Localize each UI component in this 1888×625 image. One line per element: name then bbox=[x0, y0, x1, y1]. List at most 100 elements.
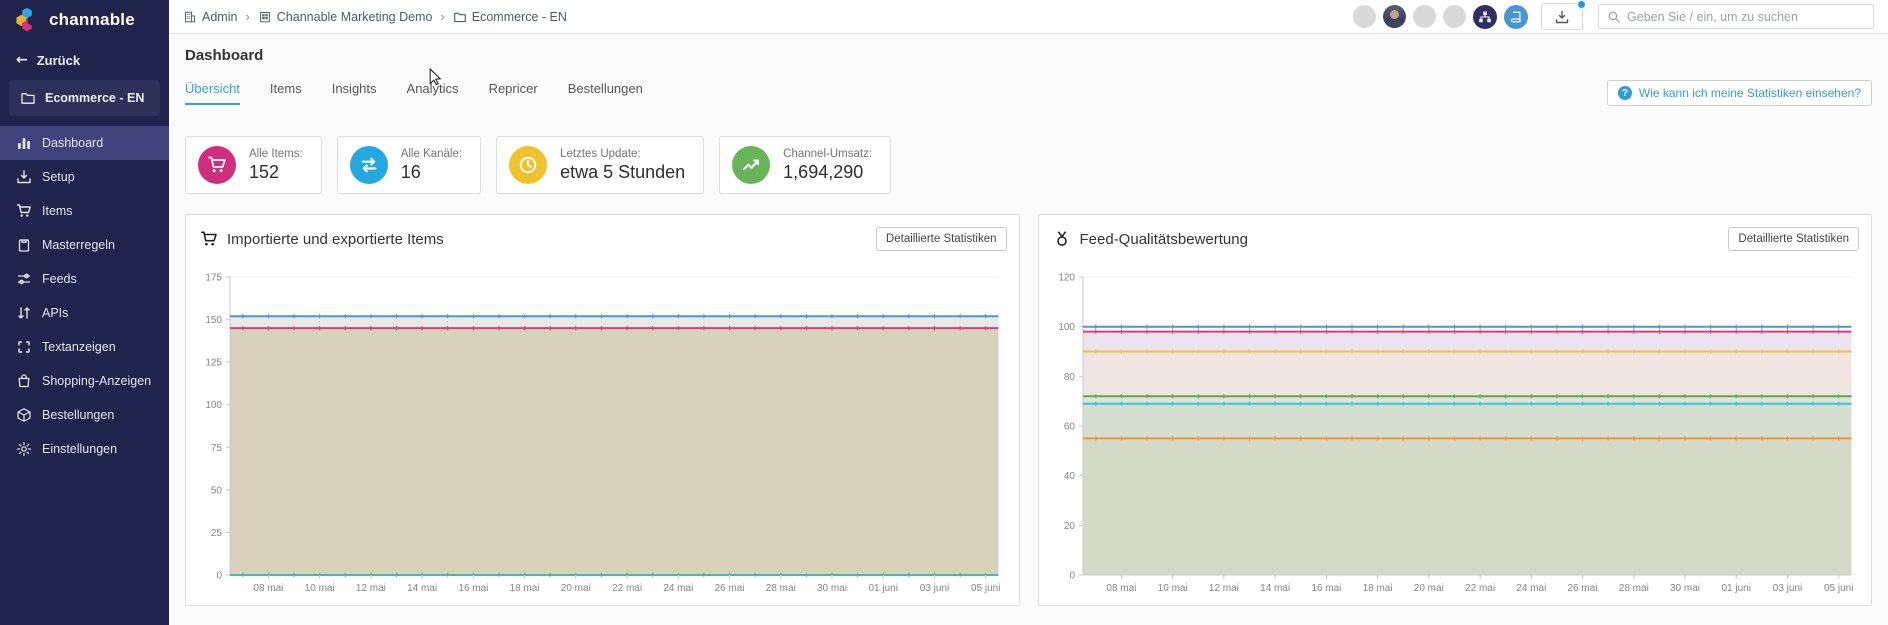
chart-card-items: Importierte und exportierte Items Detail… bbox=[185, 214, 1020, 606]
cart-icon bbox=[207, 155, 227, 175]
detail-stats-button[interactable]: Detaillierte Statistiken bbox=[875, 227, 1007, 251]
package-icon bbox=[16, 407, 32, 423]
svg-text:05 juni: 05 juni bbox=[971, 583, 1000, 594]
sidebar-item-apis[interactable]: APIs bbox=[0, 296, 169, 330]
svg-text:26 mai: 26 mai bbox=[714, 583, 744, 594]
help-button[interactable]: ? Wie kann ich meine Statistiken einsehe… bbox=[1606, 80, 1872, 106]
project-selector[interactable]: Ecommerce - EN bbox=[9, 80, 160, 116]
sidebar-item-einstellungen[interactable]: Einstellungen bbox=[0, 432, 169, 466]
bar-chart-icon bbox=[16, 135, 32, 151]
svg-text:0: 0 bbox=[216, 571, 222, 582]
clipboard-icon bbox=[16, 237, 32, 253]
chart-title: Importierte und exportierte Items bbox=[227, 230, 444, 248]
arrows-updown-icon bbox=[16, 305, 32, 321]
breadcrumb-separator: › bbox=[440, 9, 445, 24]
svg-text:20 mai: 20 mai bbox=[1413, 583, 1443, 594]
svg-text:14 mai: 14 mai bbox=[407, 583, 437, 594]
area-chart-feed-quality-svg: 0 20 40 60 80 100 120 08 mai 10 mai 12 mai 14 mai 1… bbox=[1058, 273, 1853, 595]
stat-label: Letztes Update: bbox=[560, 147, 641, 160]
sidebar-item-feeds[interactable]: Feeds bbox=[0, 262, 169, 296]
sidebar-item-label: Shopping-Anzeigen bbox=[42, 374, 152, 388]
icon-button-sitemap[interactable] bbox=[1473, 4, 1497, 29]
svg-text:75: 75 bbox=[211, 443, 223, 454]
company-icon bbox=[258, 10, 272, 24]
detail-stats-button[interactable]: Detaillierte Statistiken bbox=[1728, 227, 1859, 251]
user-avatar[interactable] bbox=[1443, 5, 1466, 28]
project-label: Ecommerce - EN bbox=[45, 91, 145, 105]
trend-icon bbox=[741, 155, 761, 175]
breadcrumb-separator: › bbox=[245, 9, 250, 24]
search-input[interactable] bbox=[1627, 9, 1865, 24]
stat-card-channel-umsatz: Channel-Umsatz: 1,694,290 bbox=[719, 136, 892, 194]
breadcrumb-item-ecommerce-en[interactable]: Ecommerce - EN bbox=[453, 10, 567, 24]
sidebar-item-label: Items bbox=[42, 204, 73, 218]
sidebar-item-textanzeigen[interactable]: Textanzeigen bbox=[0, 330, 169, 364]
svg-text:40: 40 bbox=[1063, 471, 1075, 482]
breadcrumb-item-channable-marketing-demo[interactable]: Channable Marketing Demo bbox=[258, 10, 432, 24]
sitemap-icon bbox=[1478, 10, 1492, 24]
sidebar-item-items[interactable]: Items bbox=[0, 194, 169, 228]
back-arrow-icon: ← bbox=[16, 52, 28, 68]
sidebar-item-setup[interactable]: Setup bbox=[0, 160, 169, 194]
stats-row: Alle Items: 152 Alle Kanäle: 16 Letztes … bbox=[185, 136, 1872, 194]
svg-text:26 mai: 26 mai bbox=[1567, 583, 1597, 594]
logo-text: channable bbox=[49, 10, 135, 29]
chart-header: Feed-Qualitätsbewertung Detaillierte Sta… bbox=[1039, 215, 1872, 259]
stat-value: etwa 5 Stunden bbox=[560, 161, 686, 182]
breadcrumb-item-admin[interactable]: Admin bbox=[183, 10, 237, 24]
tab-insights[interactable]: Insights bbox=[332, 81, 377, 105]
svg-text:22 mai: 22 mai bbox=[612, 583, 642, 594]
search-icon bbox=[1607, 10, 1621, 24]
charts-row: Importierte und exportierte Items Detail… bbox=[185, 214, 1872, 606]
sidebar-item-masterregeln[interactable]: Masterregeln bbox=[0, 228, 169, 262]
tab-analytics[interactable]: Analytics bbox=[407, 81, 459, 105]
icon-button-book[interactable] bbox=[1504, 4, 1528, 29]
stat-value: 152 bbox=[249, 161, 280, 182]
sidebar-item-bestellungen[interactable]: Bestellungen bbox=[0, 398, 169, 432]
chart-card-feed-quality: Feed-Qualitätsbewertung Detaillierte Sta… bbox=[1037, 214, 1872, 606]
page-title: Dashboard bbox=[185, 47, 264, 64]
export-button[interactable] bbox=[1541, 0, 1587, 30]
user-avatar[interactable] bbox=[1383, 5, 1406, 28]
building-icon bbox=[183, 10, 197, 24]
sidebar-item-dashboard[interactable]: Dashboard bbox=[0, 126, 169, 160]
inbox-download-icon bbox=[16, 169, 32, 185]
sidebar-item-label: Masterregeln bbox=[42, 238, 115, 252]
breadcrumb: Admin › Channable Marketing Demo › Ecomm… bbox=[183, 9, 567, 24]
stat-card-letztes-update: Letztes Update: etwa 5 Stunden bbox=[496, 136, 705, 194]
stat-card-alle-kanäle: Alle Kanäle: 16 bbox=[336, 136, 482, 194]
clock-icon bbox=[518, 155, 538, 175]
svg-text:25: 25 bbox=[211, 528, 223, 539]
user-avatar[interactable] bbox=[1353, 5, 1376, 28]
svg-text:16 mai: 16 mai bbox=[458, 583, 488, 594]
tab-items[interactable]: Items bbox=[270, 81, 302, 105]
svg-text:100: 100 bbox=[1058, 322, 1075, 333]
svg-text:175: 175 bbox=[205, 273, 222, 284]
tab-repricer[interactable]: Repricer bbox=[489, 81, 538, 105]
sidebar-item-label: Setup bbox=[42, 170, 75, 184]
book-icon bbox=[1509, 10, 1523, 24]
svg-text:10 mai: 10 mai bbox=[1157, 583, 1187, 594]
user-avatar[interactable] bbox=[1413, 5, 1436, 28]
stat-label: Alle Items: bbox=[249, 147, 303, 160]
sidebar-item-label: Bestellungen bbox=[42, 408, 115, 422]
svg-text:14 mai: 14 mai bbox=[1260, 583, 1290, 594]
sidebar-item-shopping-anzeigen[interactable]: Shopping-Anzeigen bbox=[0, 364, 169, 398]
svg-text:03 juni: 03 juni bbox=[1772, 583, 1801, 594]
tab-bestellungen[interactable]: Bestellungen bbox=[568, 81, 643, 105]
tabs-row: Übersicht Items Insights Analytics Repri… bbox=[185, 80, 1872, 106]
stat-card-alle-items: Alle Items: 152 bbox=[185, 136, 322, 194]
back-label: Zurück bbox=[36, 52, 81, 68]
svg-text:100: 100 bbox=[205, 400, 222, 411]
area-chart-items: 0 25 50 75 100 125 150 175 08 mai 10 mai 12 mai 14 … bbox=[190, 261, 1013, 601]
home-link[interactable]: channable bbox=[0, 0, 169, 40]
back-button[interactable]: ← Zurück bbox=[0, 40, 169, 78]
svg-text:01 juni: 01 juni bbox=[1721, 583, 1750, 594]
team-avatars bbox=[1353, 5, 1466, 28]
svg-text:12 mai: 12 mai bbox=[356, 583, 386, 594]
tab-übersicht[interactable]: Übersicht bbox=[185, 81, 240, 105]
folder-icon bbox=[20, 90, 36, 106]
svg-text:05 juni: 05 juni bbox=[1823, 583, 1852, 594]
folder-icon bbox=[453, 10, 467, 24]
channable-logo-icon bbox=[14, 7, 40, 33]
